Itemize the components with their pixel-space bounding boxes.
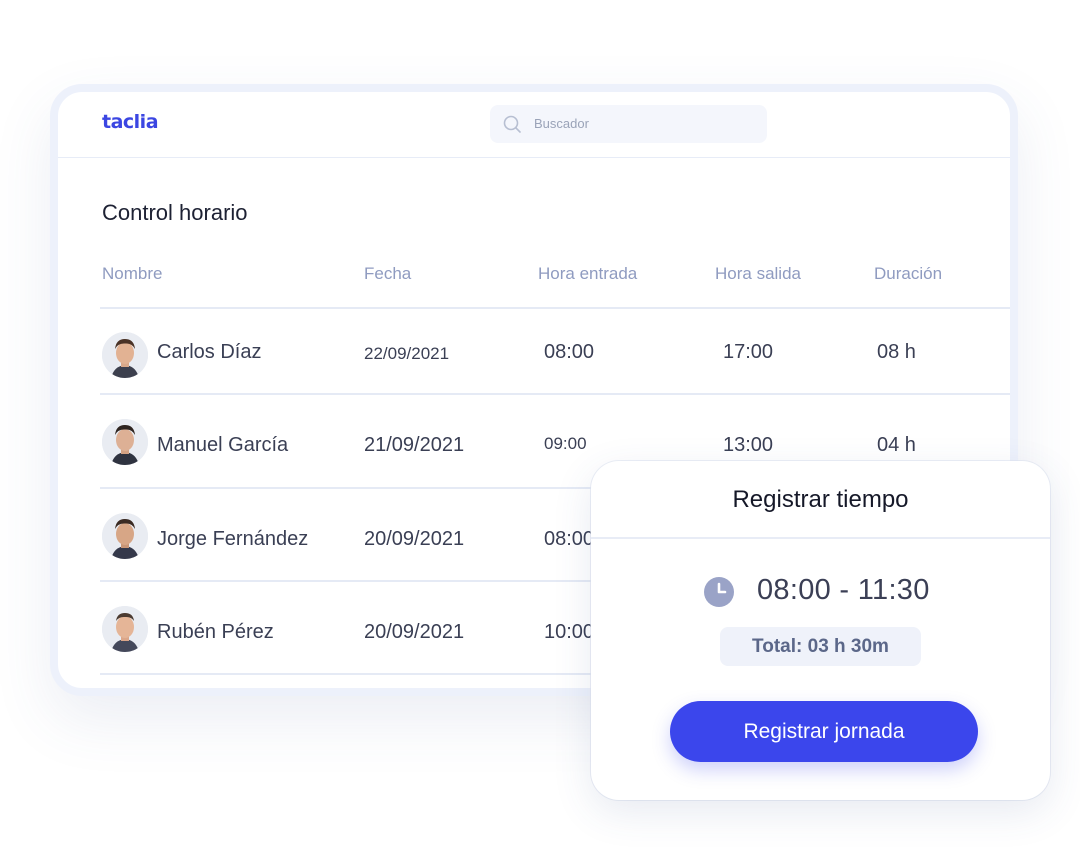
column-header-name[interactable]: Nombre bbox=[102, 264, 162, 284]
duration-cell: 08 h bbox=[877, 341, 916, 363]
employee-name: Rubén Pérez bbox=[157, 621, 274, 643]
exit-time-cell: 13:00 bbox=[723, 434, 774, 456]
entry-time-cell: 10:00 bbox=[544, 621, 595, 643]
avatar bbox=[102, 419, 148, 465]
avatar bbox=[102, 332, 148, 378]
employee-name: Jorge Fernández bbox=[157, 528, 309, 550]
search-placeholder: Buscador bbox=[534, 116, 589, 131]
avatar bbox=[102, 513, 148, 559]
date-cell: 20/09/2021 bbox=[364, 528, 465, 550]
app-logo[interactable]: taclia bbox=[102, 111, 159, 133]
entry-time-cell: 09:00 bbox=[544, 434, 587, 453]
column-header-entry-time[interactable]: Hora entrada bbox=[538, 264, 637, 284]
employee-name: Carlos Díaz bbox=[157, 341, 262, 363]
search-icon bbox=[503, 115, 521, 133]
clock-icon bbox=[704, 577, 734, 607]
date-cell: 21/09/2021 bbox=[364, 434, 465, 456]
register-time-card: Registrar tiempo 08:00 - 11:30 Total: 03… bbox=[591, 461, 1050, 800]
search-input[interactable]: Buscador bbox=[490, 105, 767, 143]
entry-time-cell: 08:00 bbox=[544, 528, 595, 550]
card-divider bbox=[591, 537, 1050, 539]
duration-cell: 04 h bbox=[877, 434, 916, 456]
entry-time-cell: 08:00 bbox=[544, 341, 595, 363]
date-cell: 20/09/2021 bbox=[364, 621, 465, 643]
register-shift-button[interactable]: Registrar jornada bbox=[670, 701, 978, 762]
avatar bbox=[102, 606, 148, 652]
exit-time-cell: 17:00 bbox=[723, 341, 774, 363]
employee-name: Manuel García bbox=[157, 434, 289, 456]
date-cell: 22/09/2021 bbox=[364, 344, 450, 363]
table-row[interactable]: Carlos Díaz 22/09/2021 08:00 17:00 08 h bbox=[58, 308, 1010, 401]
column-header-date[interactable]: Fecha bbox=[364, 264, 411, 284]
column-header-exit-time[interactable]: Hora salida bbox=[715, 264, 801, 284]
top-bar: taclia Buscador bbox=[58, 92, 1010, 158]
time-range: 08:00 - 11:30 bbox=[757, 574, 930, 606]
total-duration-badge: Total: 03 h 30m bbox=[720, 627, 921, 666]
column-header-duration[interactable]: Duración bbox=[874, 264, 942, 284]
card-title: Registrar tiempo bbox=[732, 486, 909, 513]
page-title: Control horario bbox=[102, 200, 248, 225]
